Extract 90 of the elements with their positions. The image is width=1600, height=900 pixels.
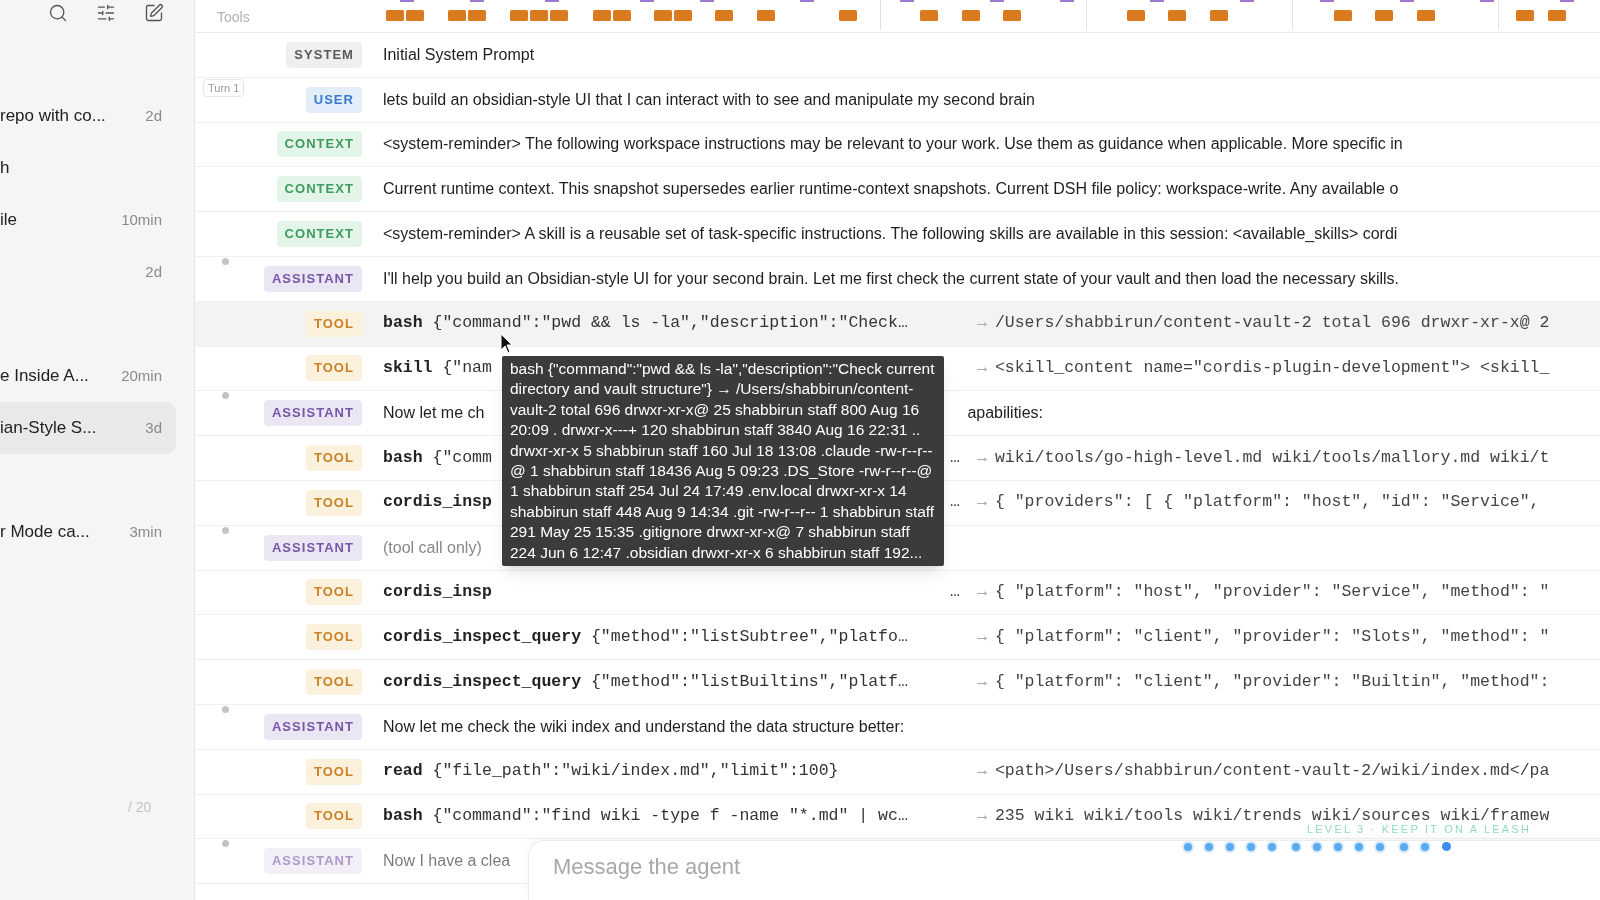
role-badge: ASSISTANT xyxy=(263,713,362,740)
tool-call-text: skill {"nam xyxy=(383,357,492,380)
ellipsis-text: … xyxy=(950,446,960,469)
tool-result-text: <skill_content name="cordis-plugin-development"> <skill_ xyxy=(994,357,1550,380)
tool-call-text: bash {"comm xyxy=(383,446,492,469)
message-row[interactable]: TOOL bash {"command":"pwd && ls -la","description":"Check… → /Users/shabbirun/content-vault-2 total 696 drwxr-xr-x@ 2 xyxy=(195,301,1600,347)
arrow-text: → xyxy=(977,357,987,380)
message-text: Now I have a clea xyxy=(383,851,511,872)
message-text: (tool call only) xyxy=(383,537,482,558)
message-text: <system-reminder> A skill is a reusable set of task-specific instructions. The following skills are available in this session: <available_skills> cordi xyxy=(383,224,1398,245)
message-text: apabilities: xyxy=(967,403,1043,424)
arrow-text: → xyxy=(977,760,987,783)
role-badge: CONTEXT xyxy=(276,176,362,203)
arrow-text: → xyxy=(977,805,987,828)
message-text: <system-reminder> The following workspace instructions may be relevant to your work. Use them as guidance when applicable. More specific in xyxy=(383,134,1403,155)
role-badge: TOOL xyxy=(305,579,362,606)
conversation-item[interactable]: repo with co... 2d xyxy=(0,90,176,142)
ellipsis-text: … xyxy=(950,581,960,604)
tool-result-text: <path>/Users/shabbirun/content-vault-2/wiki/index.md</pa xyxy=(994,760,1550,783)
search-icon[interactable] xyxy=(48,3,68,23)
level-caption: LEVEL 3 · KEEP IT ON A LEASH xyxy=(1307,822,1532,837)
role-badge: CONTEXT xyxy=(276,131,362,158)
role-badge: TOOL xyxy=(305,803,362,830)
conversation-item[interactable]: ian-Style S... 3d xyxy=(0,402,176,454)
conversation-title: h xyxy=(0,157,10,180)
arrow-text: → xyxy=(977,581,987,604)
conversation-time: 2d xyxy=(145,105,162,126)
composer-placeholder: Message the agent xyxy=(553,853,741,881)
conversation-time: 3min xyxy=(129,521,162,542)
conversation-title: ian-Style S... xyxy=(0,417,97,440)
role-badge: TOOL xyxy=(305,445,362,472)
tool-call-text: bash {"command":"find wiki -type f -name "*.md" | wc… xyxy=(383,805,908,828)
conversation-title: r Mode ca... xyxy=(0,521,90,544)
role-badge: TOOL xyxy=(305,355,362,382)
arrow-text: → xyxy=(977,670,987,693)
role-badge: ASSISTANT xyxy=(263,534,362,561)
message-row[interactable]: ASSISTANT I'll help you build an Obsidian-style UI for your second brain. Let me first check the current state of your vault and then load the necessary skills. xyxy=(195,257,1600,302)
role-badge: TOOL xyxy=(305,669,362,696)
conversation-item[interactable]: e Inside A... 20min xyxy=(0,350,176,402)
message-text: lets build an obsidian-style UI that I can interact with to see and manipulate my second brain xyxy=(383,89,1035,110)
conversation-time: 2d xyxy=(145,261,162,282)
role-badge: ASSISTANT xyxy=(263,848,362,875)
tool-result-text: { "platform": "client", "provider": "Builtin", "method": xyxy=(994,670,1550,693)
role-badge: TOOL xyxy=(305,310,362,337)
arrow-text: → xyxy=(977,625,987,648)
ellipsis-text: … xyxy=(950,491,960,514)
message-text: Now let me ch xyxy=(383,403,485,424)
conversation-item[interactable]: r Mode ca... 3min xyxy=(0,506,176,558)
message-text: Current runtime context. This snapshot supersedes earlier runtime-context snapshots. Current DSH file policy: workspace-write. Any available o xyxy=(383,179,1399,200)
arrow-text: → xyxy=(977,446,987,469)
conversation-title: ile xyxy=(0,209,17,232)
conversation-time: 20min xyxy=(121,365,162,386)
tool-result-text: { "providers": [ { "platform": "host", "id": "Service", xyxy=(994,491,1540,514)
message-row[interactable]: ASSISTANT Now I have a clea xyxy=(195,839,528,885)
message-row[interactable]: ASSISTANT Now let me check the wiki index and understand the data structure better: xyxy=(195,704,1600,750)
role-badge: ASSISTANT xyxy=(263,400,362,427)
message-row[interactable]: Turn 1 USER lets build an obsidian-style UI that I can interact with to see and manipulate my second brain xyxy=(195,77,1600,123)
role-badge: USER xyxy=(305,86,362,113)
tool-call-text: cordis_inspect_query {"method":"listBuiltins","platf… xyxy=(383,670,908,693)
tool-call-text: bash {"command":"pwd && ls -la","description":"Check… xyxy=(383,312,908,335)
tool-result-text: { "platform": "host", "provider": "Service", "method": " xyxy=(994,581,1550,604)
tool-call-text: cordis_inspect_query {"method":"listSubtree","platfo… xyxy=(383,625,908,648)
conversation-title: e Inside A... xyxy=(0,365,89,388)
conversation-item[interactable]: h xyxy=(0,142,176,194)
role-badge: TOOL xyxy=(305,758,362,785)
tool-result-text: { "platform": "client", "provider": "Slots", "method": " xyxy=(994,625,1550,648)
role-badge: CONTEXT xyxy=(276,221,362,248)
role-badge: TOOL xyxy=(305,624,362,651)
message-text: I'll help you build an Obsidian-style UI for your second brain. Let me first check the current state of your vault and then load the necessary skills. xyxy=(383,268,1399,289)
arrow-text: → xyxy=(977,491,987,514)
conversation-title: repo with co... xyxy=(0,105,106,128)
new-chat-icon[interactable] xyxy=(144,3,164,23)
conversation-time: 3d xyxy=(145,417,162,438)
conversation-time: 10min xyxy=(121,209,162,230)
role-badge: ASSISTANT xyxy=(263,265,362,292)
role-badge: SYSTEM xyxy=(286,41,362,68)
tool-call-text: cordis_insp xyxy=(383,491,492,514)
tool-call-text: cordis_insp xyxy=(383,581,492,604)
tool-result-text: wiki/tools/go-high-level.md wiki/tools/mallory.md wiki/t xyxy=(994,446,1550,469)
timeline-label: Tools xyxy=(217,8,251,27)
role-badge: TOOL xyxy=(305,489,362,516)
tooltip: bash {"command":"pwd && ls -la","description":"Check current directory and vault structure"} → /Users/shabbirun/content-vault-2 total 696 drwxr-xr-x@ 25 shabbirun staff 800 Aug 16 20:09 . drwxr-x---+ 120 shabbirun staff 3840 Aug 16 22:31 .. drwxr-xr-x 5 shabbirun staff 160 Jul 18 13:08 .claude -rw-r--r--@ 1 shabbirun staff 18436 Aug 5 09:23 .DS_Store -rw-r--r--@ 1 shabbirun staff 254 Jul 24 17:49 .env.local drwxr-xr-x 14 shabbirun staff 448 Aug 9 14:34 .git -rw-r--r-- 1 shabbirun staff 291 May 25 15:35 .gitignore drwxr-xr-x@ 7 shabbirun staff 224 Jun 6 12:47 .obsidian drwxr-xr-x 6 shabbirun staff 192... xyxy=(502,356,944,567)
filter-sliders-icon[interactable] xyxy=(96,3,116,23)
arrow-text: → xyxy=(977,312,987,335)
message-text: Initial System Prompt xyxy=(383,44,535,65)
tool-call-text: read {"file_path":"wiki/index.md","limit":100} xyxy=(383,760,839,783)
message-text: Now let me check the wiki index and understand the data structure better: xyxy=(383,716,905,737)
turn-label: Turn 1 xyxy=(203,78,245,98)
conversation-item[interactable]: ile 10min xyxy=(0,194,176,246)
tool-result-text: /Users/shabbirun/content-vault-2 total 696 drwxr-xr-x@ 2 xyxy=(994,312,1550,335)
